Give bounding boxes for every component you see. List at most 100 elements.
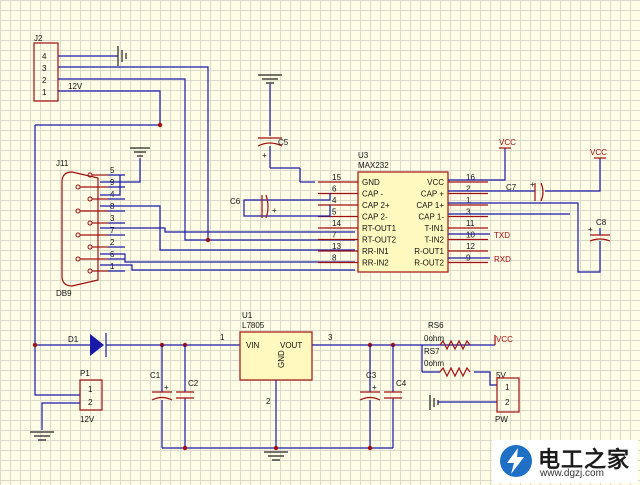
u3-pin-num-6: 6: [332, 185, 337, 194]
ground-j2-icon: [117, 46, 127, 66]
junction-dot: [273, 445, 279, 451]
u3-pin-num-1: 1: [466, 196, 471, 205]
u3-pin-num-13: 13: [332, 242, 341, 251]
u3-pin-name-16: VCC: [427, 178, 444, 187]
u3-pin-name-12: R-OUT1: [414, 247, 444, 256]
pw-pin-2: 2: [505, 398, 510, 407]
rs6-value: 0ohm: [424, 334, 444, 343]
wire-j2-1: [58, 90, 161, 125]
schematic-drawing: J2 4 3 2 1 12V J11 DB9 594837261 U3 MAX2…: [30, 34, 611, 461]
u3-pin-name-11: T-IN1: [424, 224, 444, 233]
db9-pin-hole: [87, 268, 93, 274]
db9-pin-2: 2: [110, 238, 115, 247]
wire-db9-2: [100, 253, 355, 263]
u3-pin-num-5: 5: [332, 208, 337, 217]
rxd-label: RXD: [494, 255, 511, 264]
u1-gnd: GND: [277, 350, 286, 368]
p1-net-label: 12V: [80, 415, 95, 424]
u1-pin-gnd: 2: [266, 397, 271, 406]
pw-pin-1: 1: [505, 383, 510, 392]
junction-dot: [367, 445, 373, 451]
db9-name: DB9: [56, 289, 72, 298]
c2-label: C2: [188, 379, 199, 388]
u1-vin: VIN: [246, 341, 260, 350]
wire-db9-1: [100, 264, 355, 271]
u1-part: L7805: [242, 321, 265, 330]
c5-plus: +: [262, 151, 267, 160]
vcc-label-bottom: VCC: [496, 335, 513, 344]
l7805-body: [239, 331, 313, 381]
c1-plus: +: [164, 383, 169, 392]
wire-p1-gnd: [41, 402, 80, 430]
db9-pin-1: 1: [110, 262, 115, 271]
cap-c8-symbol: [589, 234, 611, 242]
u3-pin-name-9: R-OUT2: [414, 259, 444, 268]
ground-c5-icon: [258, 74, 282, 84]
cap-c3-symbol: [359, 391, 381, 401]
c3-label: C3: [366, 371, 377, 380]
db9-pin-7: 7: [110, 226, 115, 235]
wire-c6-b: [243, 205, 331, 217]
p1-ref: P1: [80, 369, 90, 378]
wire-c7-b: [545, 158, 601, 192]
junction-dot: [205, 237, 211, 243]
wire-c5: [270, 167, 301, 182]
lightning-logo-icon: [500, 445, 532, 477]
wire-vcc-top: [448, 148, 506, 181]
c8-plus: +: [588, 225, 593, 234]
cap-c1-symbol: [151, 391, 173, 401]
p1-pin-2: 2: [88, 398, 93, 407]
j2-pin-1: 1: [42, 88, 47, 97]
db9-pin-5: 5: [110, 166, 115, 175]
connector-p1: P1 1 2 12V: [79, 369, 103, 424]
u1-pin-out: 3: [328, 333, 333, 342]
c5-label: C5: [278, 138, 289, 147]
u3-pin-num-4: 4: [332, 196, 337, 205]
u3-pin-name-15: GND: [362, 178, 380, 187]
u1-pin-in: 1: [220, 333, 225, 342]
db9-pin-3: 3: [110, 214, 115, 223]
ground-pw-icon: [429, 395, 439, 410]
db9-connector: J11 DB9: [56, 159, 99, 298]
u3-pin-name-8: RR-IN2: [362, 259, 389, 268]
rs7-label: RS7: [424, 347, 440, 356]
rs6-label: RS6: [428, 321, 444, 330]
db9-pin-hole: [75, 256, 81, 262]
db9-pin-hole: [75, 232, 81, 238]
resistor-rs7-icon: [439, 366, 471, 378]
wire-rs7-b: [474, 371, 497, 386]
c7-label: C7: [506, 183, 517, 192]
p1-pin-1: 1: [88, 385, 93, 394]
cap-c6-symbol: [261, 194, 269, 219]
vcc-label-top: VCC: [499, 138, 516, 147]
pw-ref: PW: [495, 415, 508, 424]
c6-label: C6: [230, 197, 241, 206]
u3-pin-name-4: CAP 2+: [362, 201, 390, 210]
cap-c7-symbol: [534, 182, 544, 202]
c4-label: C4: [396, 379, 407, 388]
junction-dot: [157, 122, 163, 128]
db9-pin-hole: [87, 220, 93, 226]
j2-net-label: 12V: [68, 82, 83, 91]
u3-pin-name-7: RT-OUT2: [362, 236, 397, 245]
j2-pin-2: 2: [42, 76, 47, 85]
u3-pin-num-3: 3: [466, 208, 471, 217]
db9-shell: [61, 171, 99, 287]
wire-db9-7: [100, 227, 355, 233]
wire-c6-a: [243, 193, 331, 205]
u1-ref: U1: [242, 311, 253, 320]
ground-p1-icon: [30, 431, 54, 441]
j2-pin-3: 3: [42, 64, 47, 73]
logo-url: www.dgzj.com: [540, 468, 604, 479]
db9-pin-hole: [87, 196, 93, 202]
c8-label: C8: [596, 218, 607, 227]
j2-ref: J2: [34, 34, 43, 43]
diode-d1-icon: [90, 334, 104, 356]
u3-pin-name-6: CAP -: [362, 190, 384, 199]
u3-pin-num-15: 15: [332, 173, 341, 182]
db9-pin-hole: [75, 184, 81, 190]
u3-pin-num-7: 7: [332, 231, 337, 240]
u3-pin-num-16: 16: [466, 173, 475, 182]
ground-db9-icon: [130, 147, 150, 157]
u3-part: MAX232: [358, 161, 389, 170]
